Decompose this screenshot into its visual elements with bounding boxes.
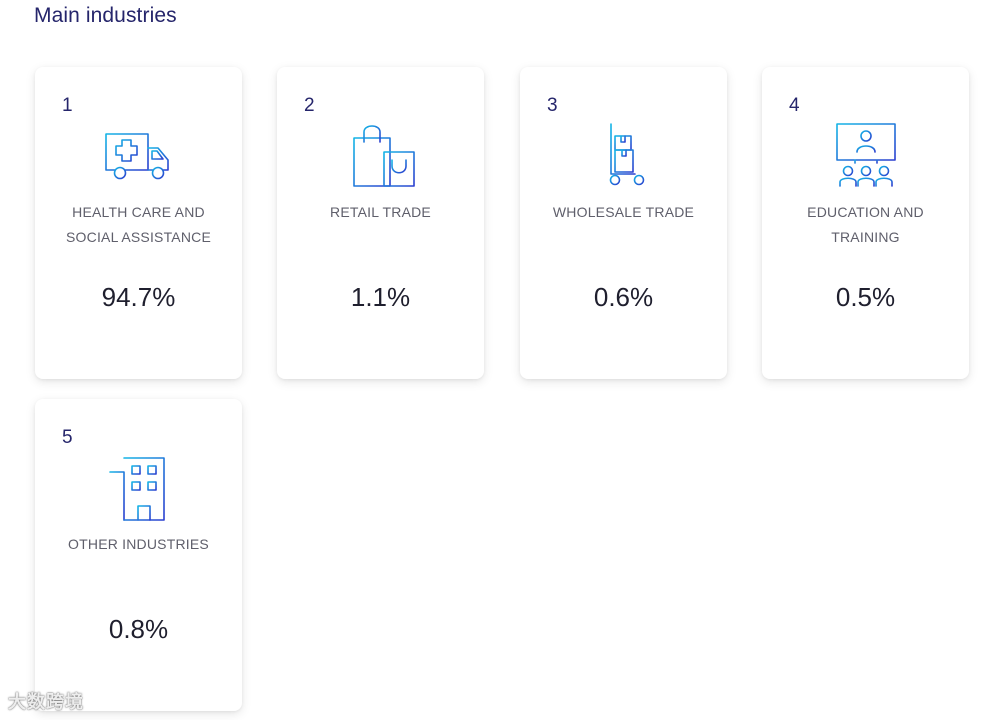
- watermark: 大数跨境: [8, 692, 84, 713]
- card-rank: 5: [62, 427, 73, 448]
- industry-share-value: 1.1%: [350, 282, 411, 312]
- industry-label: OTHER INDUSTRIES: [68, 536, 209, 552]
- hand-truck-boxes-icon: [520, 122, 727, 192]
- card-rank: 2: [304, 95, 315, 116]
- card-rank: 4: [789, 95, 800, 116]
- industry-label: RETAIL TRADE: [330, 204, 431, 220]
- industry-card-health-care: 1 HEALTH CARE AND SOCIAL ASSISTANCE 94.7…: [35, 67, 242, 379]
- industry-label: HEALTH CARE AND SOCIAL ASSISTANCE: [66, 204, 211, 245]
- industry-card-other-industries: 5 OTHER INDUSTRIES 0.8%: [35, 399, 242, 711]
- industry-label: EDUCATION AND TRAINING: [807, 204, 924, 245]
- industry-label: WHOLESALE TRADE: [552, 204, 695, 220]
- shopping-bags-icon: [277, 122, 484, 192]
- industry-share-value: 0.6%: [593, 282, 654, 312]
- industry-card-retail-trade: 2 RETAIL TRADE 1.1%: [277, 67, 484, 379]
- ambulance-icon: [35, 122, 242, 192]
- industry-card-wholesale-trade: 3 WHOLESALE TRADE 0.6%: [520, 67, 727, 379]
- card-rank: 1: [62, 95, 73, 116]
- industry-share-value: 94.7%: [101, 282, 176, 312]
- industry-share-value: 0.8%: [108, 614, 169, 644]
- section-title: Main industries: [34, 4, 177, 27]
- card-rank: 3: [547, 95, 558, 116]
- industry-share-value: 0.5%: [835, 282, 896, 312]
- presentation-audience-icon: [762, 122, 969, 192]
- office-building-icon: [35, 454, 242, 524]
- industry-card-education-training: 4 EDUCATION AND TRAINING 0.5%: [762, 67, 969, 379]
